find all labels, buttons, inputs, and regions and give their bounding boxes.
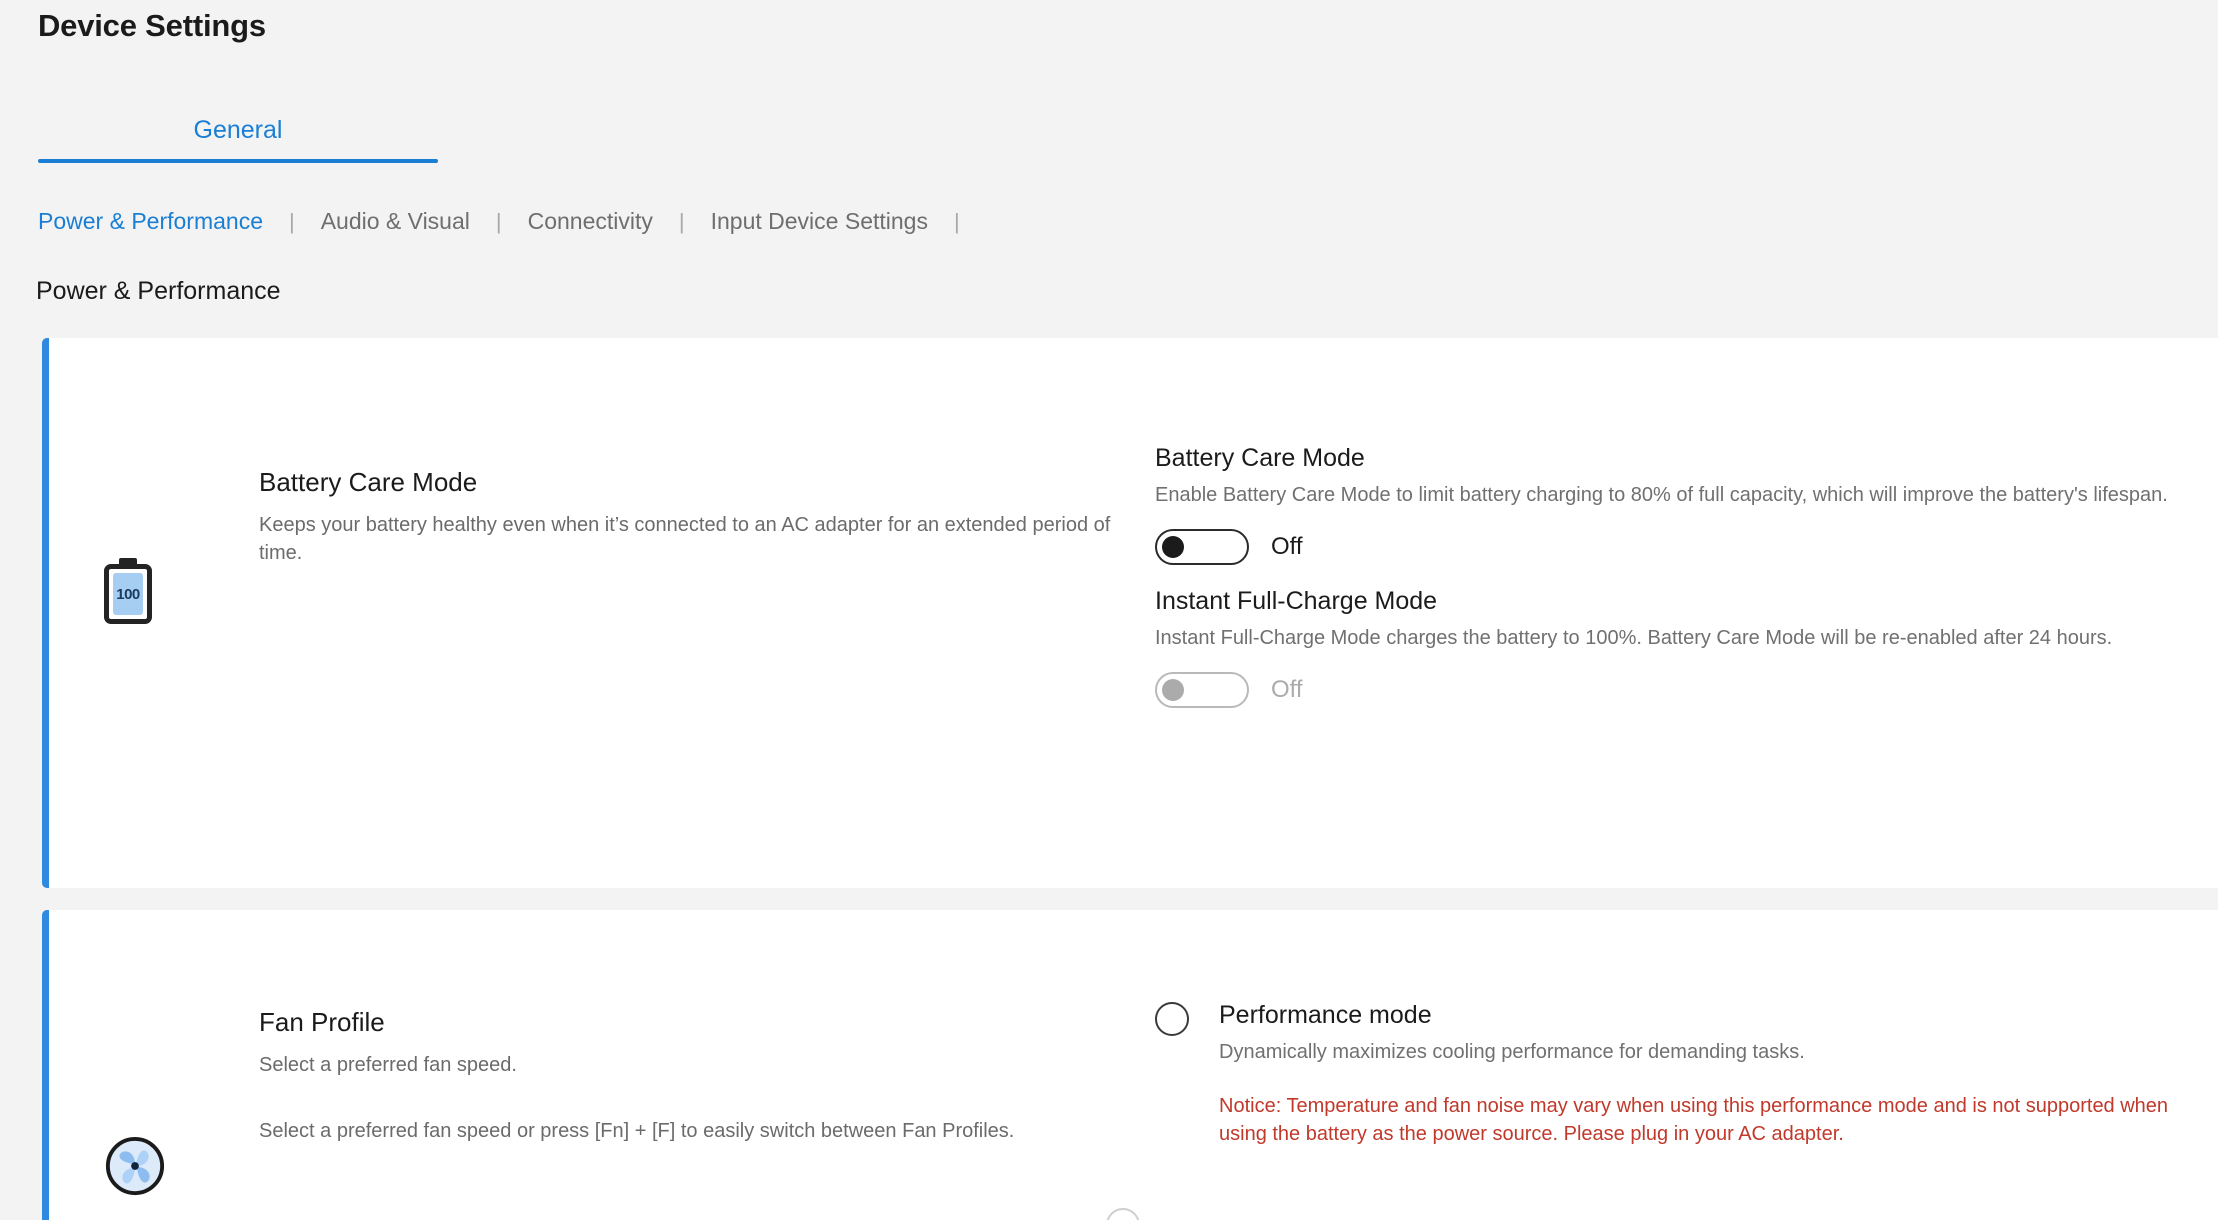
performance-mode-description: Dynamically maximizes cooling performanc… [1219, 1038, 2215, 1066]
subnav: Power & Performance | Audio & Visual | C… [38, 208, 986, 235]
performance-mode-body: Performance mode Dynamically maximizes c… [1219, 1000, 2215, 1149]
battery-care-card: 100 Battery Care Mode Keeps your battery… [42, 338, 2218, 888]
fan-card-title: Fan Profile [259, 1006, 1129, 1039]
battery-care-mode-toggle-row: Off [1155, 529, 2215, 565]
performance-mode-label: Performance mode [1219, 1000, 2215, 1030]
subnav-separator: | [289, 209, 295, 235]
subnav-separator: | [496, 209, 502, 235]
instant-full-charge-toggle [1155, 672, 1249, 708]
fan-profile-card: Fan Profile Select a preferred fan speed… [42, 910, 2218, 1220]
page-title: Device Settings [38, 8, 266, 44]
battery-body: 100 [104, 564, 152, 624]
battery-icon: 100 [104, 558, 152, 624]
performance-mode-option[interactable]: Performance mode Dynamically maximizes c… [1155, 1000, 2215, 1149]
instant-full-charge-toggle-row: Off [1155, 672, 2215, 708]
instant-full-charge-toggle-state: Off [1271, 676, 1303, 704]
battery-care-mode-setting: Battery Care Mode Enable Battery Care Mo… [1155, 443, 2215, 565]
subnav-separator: | [954, 209, 960, 235]
fan-card-description-block: Fan Profile Select a preferred fan speed… [259, 1006, 1129, 1145]
subnav-separator: | [679, 209, 685, 235]
subnav-item-input-device-settings[interactable]: Input Device Settings [711, 208, 928, 235]
tab-general[interactable]: General [38, 118, 438, 159]
subnav-item-power-performance[interactable]: Power & Performance [38, 208, 263, 235]
subnav-item-connectivity[interactable]: Connectivity [528, 208, 653, 235]
battery-care-mode-description: Enable Battery Care Mode to limit batter… [1155, 481, 2215, 509]
primary-tabbar: General [38, 118, 438, 176]
battery-care-mode-toggle[interactable] [1155, 529, 1249, 565]
instant-full-charge-setting: Instant Full-Charge Mode Instant Full-Ch… [1155, 586, 2215, 708]
battery-percent-label: 100 [116, 586, 140, 603]
section-heading: Power & Performance [36, 277, 281, 306]
fan-icon [104, 1135, 166, 1197]
performance-mode-radio[interactable] [1155, 1002, 1189, 1036]
tab-active-underline [38, 159, 438, 163]
performance-mode-notice: Notice: Temperature and fan noise may va… [1219, 1092, 2215, 1149]
fan-card-description: Select a preferred fan speed. [259, 1051, 1129, 1079]
toggle-knob [1162, 536, 1184, 558]
battery-fill: 100 [113, 573, 143, 615]
instant-full-charge-title: Instant Full-Charge Mode [1155, 586, 2215, 616]
toggle-knob [1162, 679, 1184, 701]
battery-care-mode-title: Battery Care Mode [1155, 443, 2215, 473]
battery-card-description-block: Battery Care Mode Keeps your battery hea… [259, 466, 1129, 567]
battery-card-title: Battery Care Mode [259, 466, 1129, 499]
fan-card-description-secondary: Select a preferred fan speed or press [F… [259, 1117, 1129, 1145]
subnav-item-audio-visual[interactable]: Audio & Visual [321, 208, 470, 235]
instant-full-charge-description: Instant Full-Charge Mode charges the bat… [1155, 624, 2215, 652]
battery-care-mode-toggle-state: Off [1271, 533, 1303, 561]
battery-card-description: Keeps your battery healthy even when it’… [259, 511, 1129, 568]
fan-profile-options: Performance mode Dynamically maximizes c… [1155, 1000, 2215, 1149]
